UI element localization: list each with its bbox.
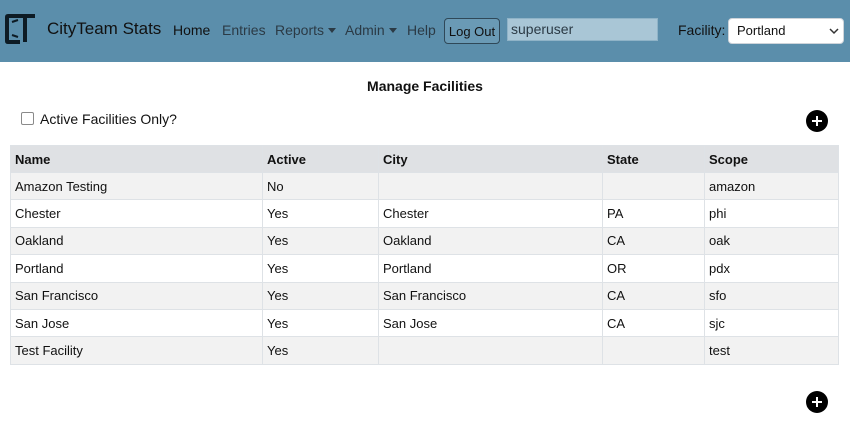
cell-state [602,336,705,365]
cell-name[interactable]: San Jose [10,308,263,338]
page-title: Manage Facilities [367,78,483,94]
table-row[interactable]: Oakland Yes Oakland CA oak [10,226,839,256]
nav-admin[interactable]: Admin [345,22,397,38]
logout-button[interactable]: Log Out [444,18,500,44]
cell-scope: sjc [704,308,839,338]
cell-active: Yes [262,281,379,310]
table-row[interactable]: Portland Yes Portland OR pdx [10,254,839,283]
nav-reports-label: Reports [275,22,325,38]
cell-state: PA [602,199,705,228]
username-field[interactable]: superuser [507,18,658,41]
facilities-table: Name Active City State Scope Amazon Test… [10,145,839,365]
cell-name[interactable]: San Francisco [10,281,263,310]
cell-state: CA [602,308,705,338]
nav-reports[interactable]: Reports [275,22,337,38]
nav-help[interactable]: Help [407,22,436,38]
cell-city: Oakland [378,226,603,256]
table-row[interactable]: San Francisco Yes San Francisco CA sfo [10,281,839,310]
cell-name[interactable]: Amazon Testing [10,171,263,201]
column-header-state[interactable]: State [602,145,705,173]
cell-state: CA [602,281,705,310]
nav-entries[interactable]: Entries [222,22,266,38]
cell-active: Yes [262,254,379,283]
cell-city [378,171,603,201]
cell-state: OR [602,254,705,283]
nav-admin-label: Admin [345,22,385,38]
cell-name[interactable]: Oakland [10,226,263,256]
cell-city [378,336,603,365]
cell-name[interactable]: Test Facility [10,336,263,365]
top-navbar: CityTeam Stats Home Entries Reports Admi… [0,0,850,62]
cell-active: Yes [262,336,379,365]
active-only-label[interactable]: Active Facilities Only? [40,111,177,127]
facility-label: Facility: [678,22,726,38]
cell-active: Yes [262,199,379,228]
active-only-checkbox[interactable] [21,112,34,125]
cell-scope: pdx [704,254,839,283]
cell-state [602,171,705,201]
facility-selected-value: Portland [737,23,786,38]
add-facility-button[interactable] [806,110,828,132]
cell-state: CA [602,226,705,256]
table-row[interactable]: Amazon Testing No amazon [10,171,839,201]
add-facility-button-bottom[interactable] [806,391,828,413]
column-header-scope[interactable]: Scope [704,145,839,173]
cell-scope: phi [704,199,839,228]
cell-name[interactable]: Portland [10,254,263,283]
brand-name[interactable]: CityTeam Stats [47,19,161,39]
cell-active: Yes [262,226,379,256]
table-row[interactable]: San Jose Yes San Jose CA sjc [10,308,839,338]
cell-active: Yes [262,308,379,338]
cell-scope: amazon [704,171,839,201]
dropdown-caret-icon [388,28,397,33]
cell-city: Portland [378,254,603,283]
chevron-down-icon [829,28,839,35]
facility-select[interactable]: Portland [728,18,844,44]
nav-home[interactable]: Home [173,22,210,38]
table-row[interactable]: Test Facility Yes test [10,336,839,365]
cell-name[interactable]: Chester [10,199,263,228]
cell-scope: oak [704,226,839,256]
cityteam-logo-icon[interactable] [4,11,38,47]
column-header-city[interactable]: City [378,145,603,173]
column-header-name[interactable]: Name [10,145,263,173]
cell-scope: test [704,336,839,365]
column-header-active[interactable]: Active [262,145,379,173]
cell-city: San Francisco [378,281,603,310]
cell-active: No [262,171,379,201]
table-row[interactable]: Chester Yes Chester PA phi [10,199,839,228]
cell-scope: sfo [704,281,839,310]
cell-city: San Jose [378,308,603,338]
dropdown-caret-icon [328,28,337,33]
cell-city: Chester [378,199,603,228]
table-header-row: Name Active City State Scope [10,145,839,173]
